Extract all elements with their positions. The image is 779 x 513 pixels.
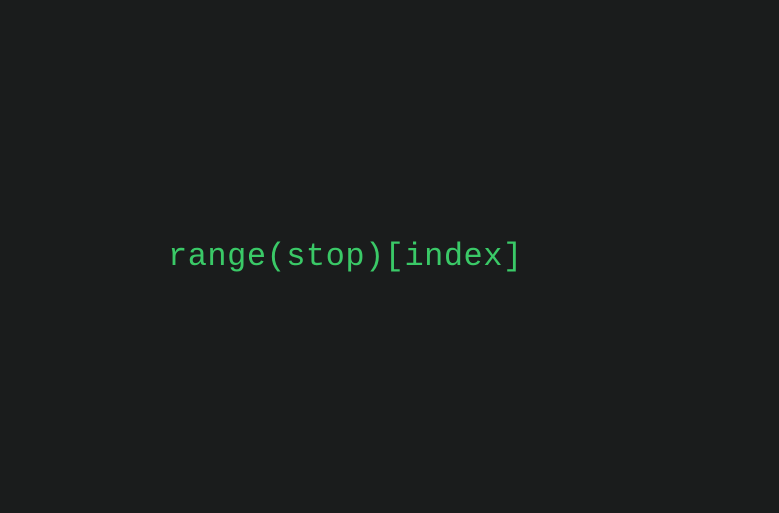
- code-expression: range(stop)[index]: [0, 238, 523, 275]
